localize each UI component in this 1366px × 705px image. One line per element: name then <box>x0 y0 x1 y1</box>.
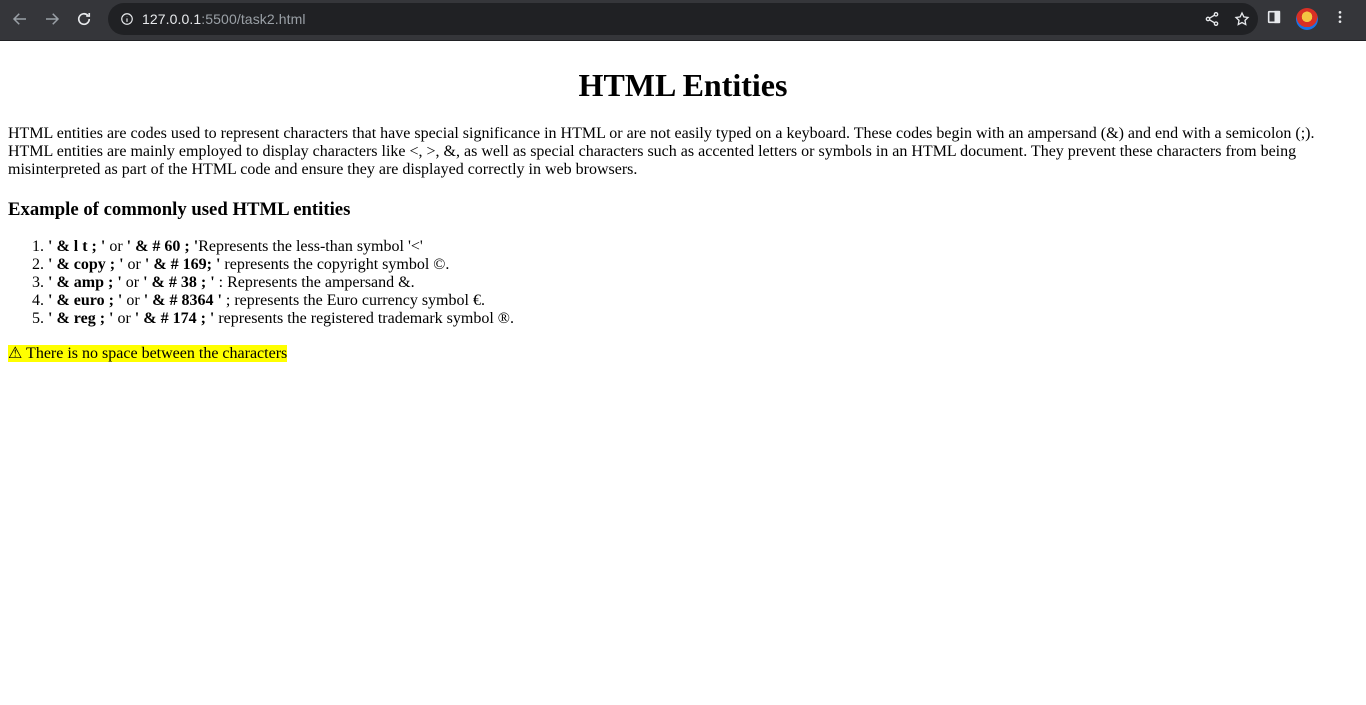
navigation-buttons <box>4 3 100 35</box>
back-button[interactable] <box>4 3 36 35</box>
or-text: or <box>123 256 145 273</box>
list-item: ' & amp ; ' or ' & # 38 ; ' : Represents… <box>48 274 1358 292</box>
url-text[interactable]: 127.0.0.1:5500/task2.html <box>142 11 306 27</box>
address-bar[interactable]: 127.0.0.1:5500/task2.html <box>108 3 1258 35</box>
entity-list: ' & l t ; ' or ' & # 60 ; 'Represents th… <box>8 238 1358 328</box>
star-icon <box>1234 11 1250 26</box>
list-item: ' & copy ; ' or ' & # 169; ' represents … <box>48 256 1358 274</box>
entity-name-code: ' & copy ; ' <box>48 256 124 273</box>
reload-icon <box>77 12 91 26</box>
info-icon[interactable] <box>120 12 134 26</box>
url-path: :5500/task2.html <box>201 11 306 27</box>
browser-toolbar: 127.0.0.1:5500/task2.html <box>0 0 1366 41</box>
profile-avatar[interactable] <box>1296 8 1318 30</box>
forward-arrow-icon <box>46 13 60 25</box>
entity-number-code: ' & # 60 ; ' <box>126 238 199 255</box>
or-text: or <box>105 238 127 255</box>
entity-name-code: ' & euro ; ' <box>48 292 123 309</box>
page-title: HTML Entities <box>578 67 788 103</box>
side-panel-button[interactable] <box>1266 9 1282 30</box>
share-button[interactable] <box>1204 11 1220 27</box>
share-icon <box>1205 12 1219 26</box>
list-item: ' & l t ; ' or ' & # 60 ; 'Represents th… <box>48 238 1358 256</box>
or-text: or <box>113 310 135 327</box>
more-vert-icon <box>1338 10 1342 23</box>
list-item: ' & euro ; ' or ' & # 8364 ' ; represent… <box>48 292 1358 310</box>
entity-number-code: ' & # 38 ; ' <box>143 274 215 291</box>
entity-number-code: ' & # 8364 ' <box>143 292 222 309</box>
reload-button[interactable] <box>68 3 100 35</box>
entity-description: represents the copyright symbol ©. <box>220 256 450 273</box>
back-arrow-icon <box>12 13 26 25</box>
page-content: HTML Entities HTML entities are codes us… <box>0 41 1366 371</box>
or-text: or <box>121 274 144 291</box>
entity-description: ; represents the Euro currency symbol €. <box>221 292 485 309</box>
section-heading: Example of commonly used HTML entities <box>8 199 351 220</box>
toolbar-actions <box>1266 3 1348 35</box>
bookmark-button[interactable] <box>1234 11 1250 27</box>
entity-number-code: ' & # 169; ' <box>144 256 221 273</box>
list-item: ' & reg ; ' or ' & # 174 ; ' represents … <box>48 310 1358 328</box>
menu-button[interactable] <box>1332 9 1348 30</box>
entity-number-code: ' & # 174 ; ' <box>134 310 215 327</box>
side-panel-icon <box>1267 10 1281 23</box>
url-host: 127.0.0.1 <box>142 11 202 27</box>
forward-button[interactable] <box>36 3 68 35</box>
entity-description: Represents the less-than symbol '<' <box>198 238 423 255</box>
entity-description: represents the registered trademark symb… <box>214 310 514 327</box>
entity-name-code: ' & amp ; ' <box>48 274 122 291</box>
warning-note: ⚠ There is no space between the characte… <box>8 345 288 362</box>
or-text: or <box>122 292 144 309</box>
entity-name-code: ' & l t ; ' <box>48 238 106 255</box>
entity-name-code: ' & reg ; ' <box>48 310 114 327</box>
entity-description: : Represents the ampersand &. <box>214 274 415 291</box>
intro-paragraph: HTML entities are codes used to represen… <box>8 125 1315 178</box>
